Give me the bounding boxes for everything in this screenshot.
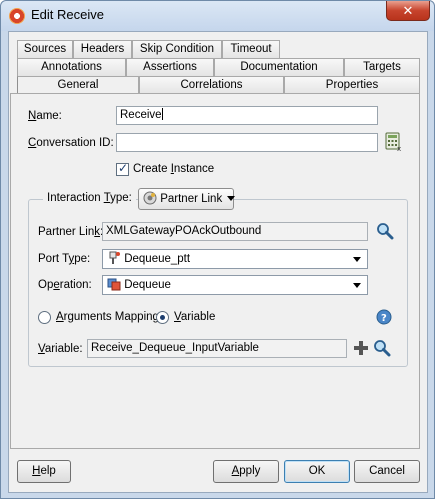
interaction-type-value: Partner Link (160, 193, 223, 205)
arguments-mapping-radio[interactable] (38, 311, 51, 324)
search-icon[interactable] (373, 339, 391, 357)
operation-value: Dequeue (124, 279, 171, 291)
tab-targets[interactable]: Targets (344, 58, 420, 76)
svg-text:x: x (397, 145, 401, 152)
variable-field: Receive_Dequeue_InputVariable (87, 339, 347, 358)
tab-properties[interactable]: Properties (284, 76, 420, 94)
apply-button[interactable]: Apply (213, 460, 279, 483)
text-caret (161, 108, 163, 120)
help-icon[interactable]: ? (376, 309, 392, 325)
window-title: Edit Receive (31, 7, 104, 22)
tab-correlations[interactable]: Correlations (139, 76, 284, 94)
search-icon[interactable] (376, 222, 394, 240)
tab-skip-condition[interactable]: Skip Condition (132, 40, 222, 58)
partner-link-icon (143, 191, 157, 205)
create-instance-label: Create Instance (133, 163, 215, 175)
chevron-down-icon (353, 257, 361, 262)
port-type-select[interactable]: Dequeue_ptt (102, 249, 368, 269)
conversation-id-field[interactable] (116, 133, 378, 152)
tab-sources[interactable]: Sources (17, 40, 73, 58)
partner-link-label: Partner Link: (38, 226, 103, 238)
operation-select[interactable]: Dequeue (102, 275, 368, 295)
operation-label: Operation: (38, 279, 92, 291)
close-button[interactable]: ✕ (386, 1, 430, 21)
variable-radio[interactable] (156, 311, 169, 324)
app-icon (9, 8, 25, 24)
operation-icon (107, 278, 121, 291)
add-icon[interactable] (353, 340, 369, 356)
chevron-down-icon (353, 283, 361, 288)
interaction-type-label: Interaction Type: (43, 192, 136, 204)
chevron-down-icon (227, 196, 236, 201)
conversation-id-label: Conversation ID: (28, 137, 114, 149)
create-instance-checkbox[interactable]: ✓ (116, 161, 129, 176)
arguments-mapping-label: Arguments Mapping (56, 311, 159, 323)
name-value: Receive (120, 109, 162, 121)
tab-documentation[interactable]: Documentation (214, 58, 344, 76)
variable-label: Variable: (38, 343, 83, 355)
name-field[interactable]: Receive (116, 106, 378, 125)
interaction-type-dropdown[interactable]: Partner Link (138, 188, 236, 210)
tab-timeout[interactable]: Timeout (222, 40, 280, 58)
tab-headers[interactable]: Headers (73, 40, 132, 58)
partner-link-field: XMLGatewayPOAckOutbound (102, 222, 368, 241)
cancel-button[interactable]: Cancel (354, 460, 420, 483)
help-button[interactable]: Help (17, 460, 71, 483)
edit-receive-dialog: Edit Receive ✕ Sources Headers Skip Cond… (0, 0, 435, 499)
name-label: Name: (28, 110, 62, 122)
port-type-value: Dequeue_ptt (124, 253, 191, 265)
tab-annotations[interactable]: Annotations (17, 58, 126, 76)
title-bar: Edit Receive ✕ (1, 1, 434, 31)
expression-builder-icon[interactable]: x (385, 132, 403, 153)
svg-text:?: ? (381, 313, 387, 324)
port-type-icon (109, 251, 120, 264)
tab-assertions[interactable]: Assertions (126, 58, 214, 76)
port-type-label: Port Type: (38, 253, 91, 265)
variable-radio-label: Variable (174, 311, 216, 323)
ok-button[interactable]: OK (284, 460, 350, 483)
